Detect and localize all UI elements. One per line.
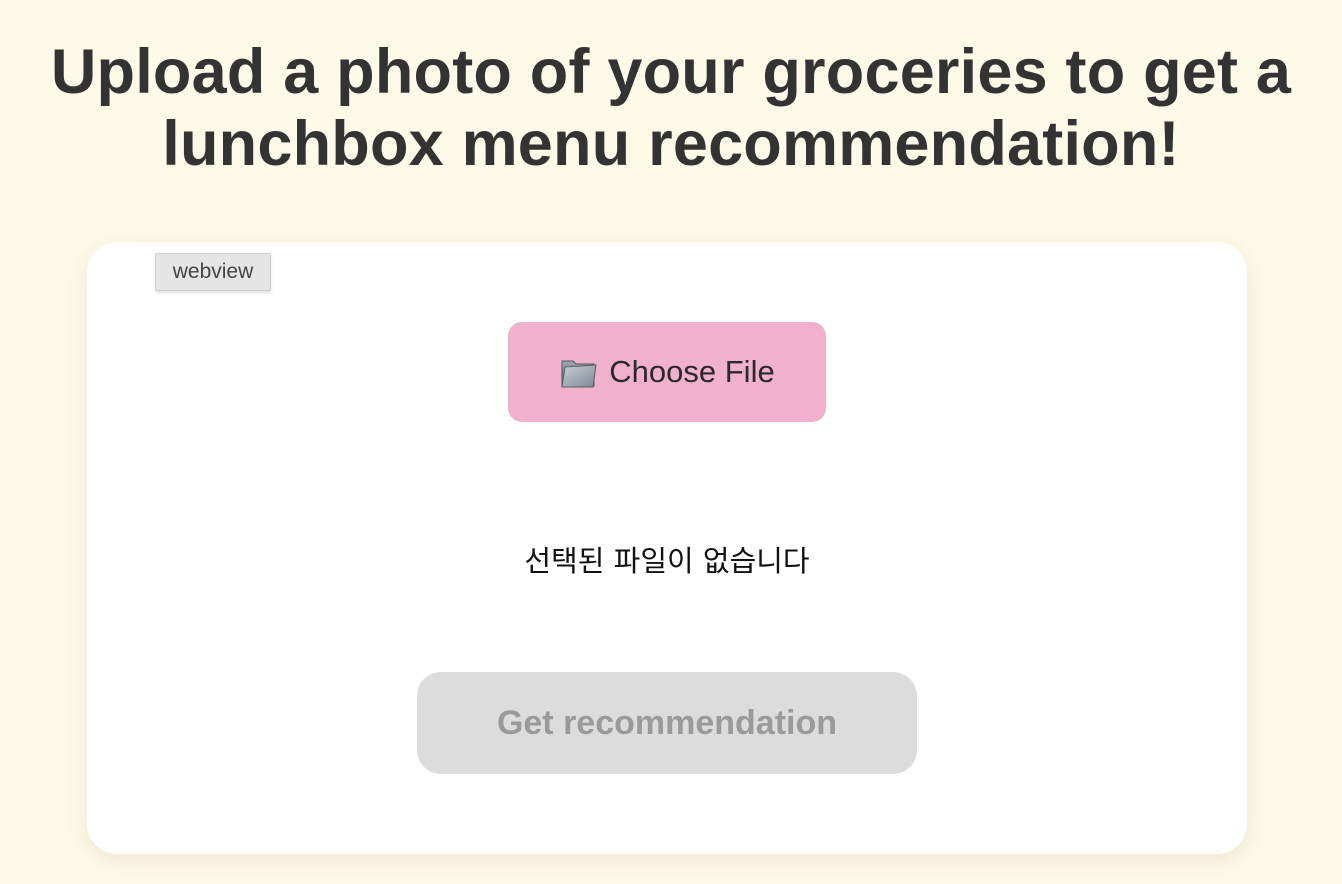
folder-icon bbox=[559, 355, 597, 389]
upload-card: webview Choose File 선택된 파일이 없습니다 Get rec… bbox=[87, 242, 1247, 854]
file-status-text: 선택된 파일이 없습니다 bbox=[524, 544, 810, 578]
webview-badge: webview bbox=[155, 253, 271, 291]
choose-file-button[interactable]: Choose File bbox=[508, 322, 826, 422]
get-recommendation-button[interactable]: Get recommendation bbox=[417, 672, 917, 774]
choose-file-label: Choose File bbox=[609, 354, 775, 389]
page-title: Upload a photo of your groceries to get … bbox=[50, 37, 1292, 179]
